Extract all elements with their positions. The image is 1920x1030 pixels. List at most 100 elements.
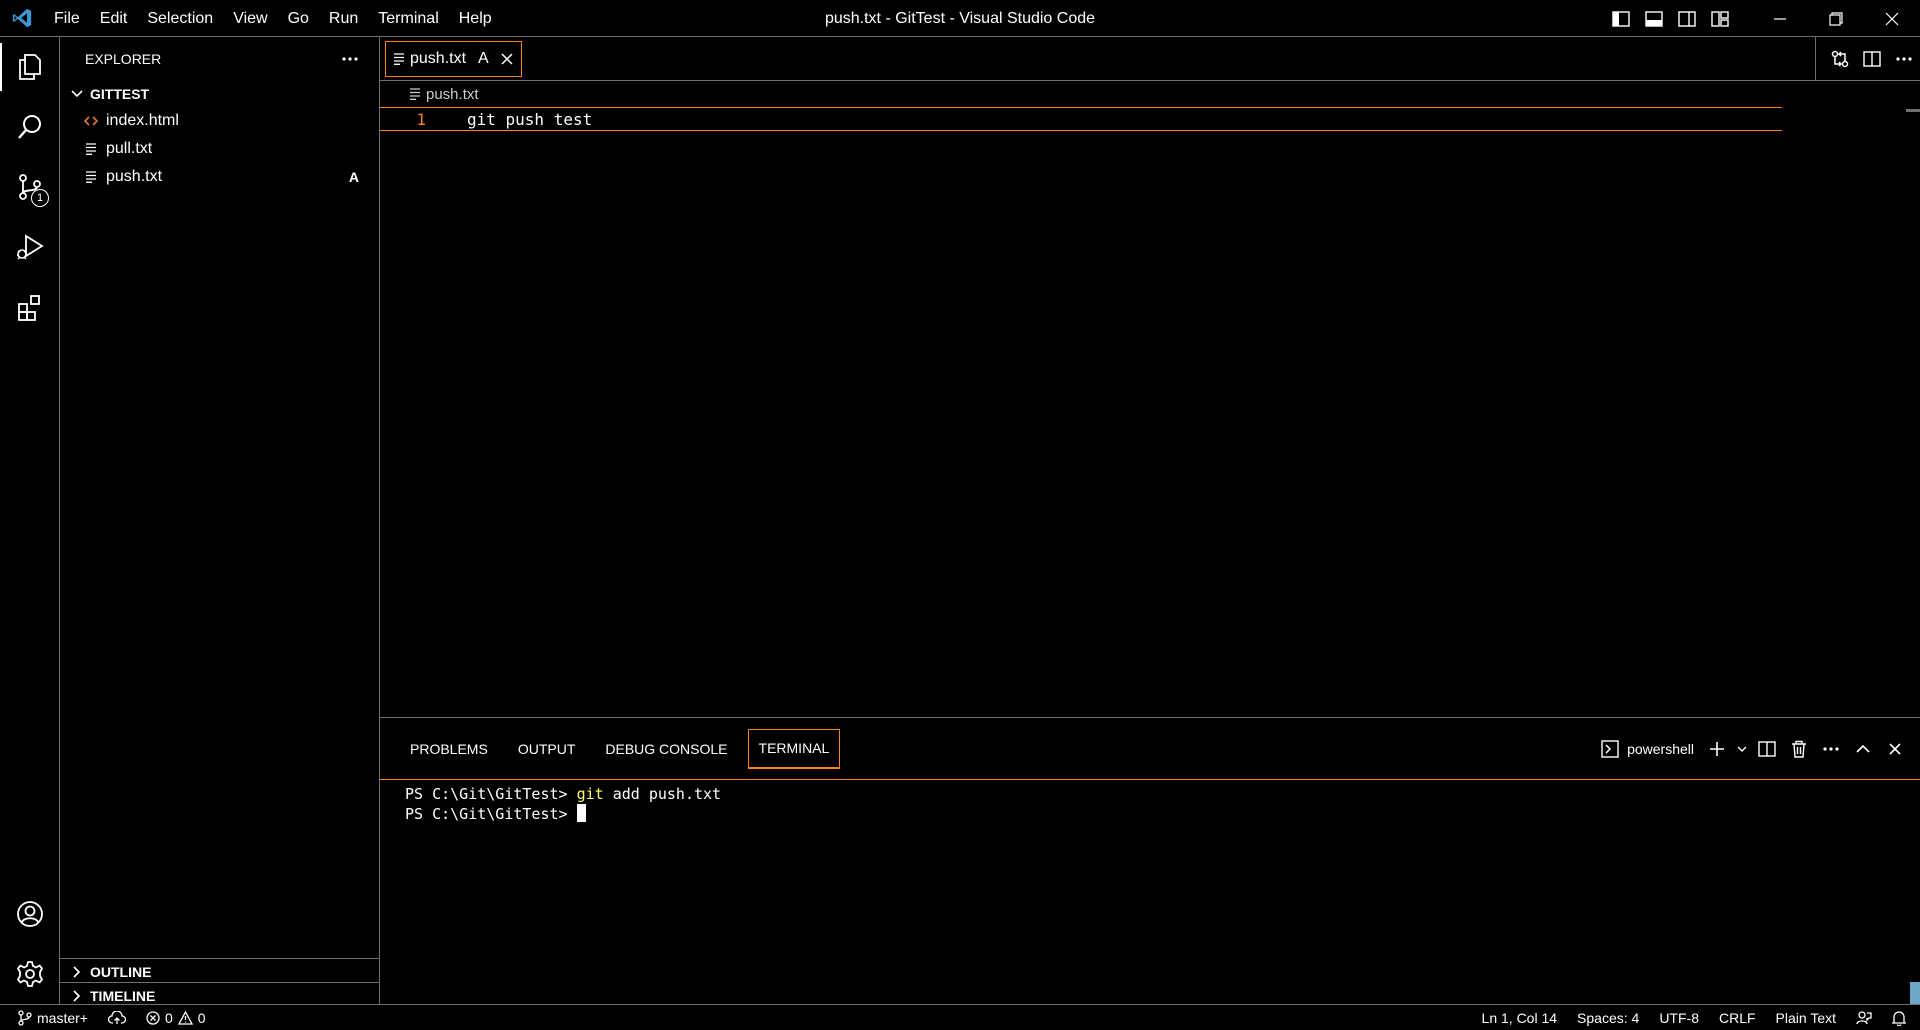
file-item-push-txt[interactable]: push.txt A [60, 163, 379, 191]
more-actions-icon[interactable] [341, 56, 359, 62]
terminal-prompt: PS C:\Git\GitTest> [405, 785, 577, 803]
problems-status[interactable]: 0 0 [136, 1005, 216, 1030]
sidebar-header: EXPLORER [60, 37, 379, 81]
publish-branch[interactable] [98, 1005, 136, 1030]
tab-debug-console[interactable]: DEBUG CONSOLE [595, 729, 737, 769]
tab-label: push.txt [410, 49, 467, 67]
feedback-icon[interactable] [1846, 1005, 1882, 1030]
chevron-down-icon[interactable] [1734, 733, 1750, 765]
cursor-position[interactable]: Ln 1, Col 14 [1472, 1005, 1568, 1030]
text-file-icon [82, 171, 100, 183]
split-terminal-icon[interactable] [1752, 733, 1782, 765]
menu-selection[interactable]: Selection [137, 0, 223, 37]
search-icon[interactable] [0, 97, 60, 157]
accounts-icon[interactable] [0, 884, 60, 944]
breadcrumb[interactable]: push.txt [380, 81, 1920, 107]
menu-view[interactable]: View [223, 0, 277, 37]
tab-push-txt[interactable]: push.txt A [385, 40, 522, 77]
explorer-icon[interactable] [0, 37, 60, 97]
timeline-label: TIMELINE [90, 987, 156, 1004]
open-changes-icon[interactable] [1824, 43, 1856, 75]
panel-more-icon[interactable] [1816, 733, 1846, 765]
code-editor[interactable]: 1 git push test [380, 107, 1920, 707]
customize-layout-icon[interactable] [1703, 0, 1736, 37]
run-debug-icon[interactable] [0, 217, 60, 277]
git-added-badge: A [348, 169, 359, 185]
terminal-command: git [576, 785, 604, 803]
panel-actions: powershell [1595, 718, 1910, 780]
terminal-shell-selector[interactable]: powershell [1595, 733, 1700, 765]
close-window-icon[interactable] [1864, 0, 1920, 37]
cloud-upload-icon [107, 1010, 126, 1025]
encoding[interactable]: UTF-8 [1649, 1005, 1709, 1030]
error-icon [146, 1010, 160, 1025]
file-item-index-html[interactable]: index.html [60, 107, 379, 135]
toggle-secondary-sidebar-icon[interactable] [1670, 0, 1703, 37]
branch-status[interactable]: master+ [0, 1005, 98, 1030]
status-bar: master+ 0 0 Ln 1, Col 14 Spaces: 4 UTF-8… [0, 1004, 1920, 1030]
code-line-current[interactable]: 1 git push test [380, 107, 1782, 131]
shell-name: powershell [1627, 741, 1694, 757]
folder-name: GITTEST [90, 86, 150, 102]
toggle-panel-icon[interactable] [1637, 0, 1670, 37]
file-label: pull.txt [106, 140, 153, 157]
menu-terminal[interactable]: Terminal [368, 0, 448, 37]
split-editor-icon[interactable] [1856, 43, 1888, 75]
source-control-icon[interactable]: 1 [0, 157, 60, 217]
explorer-sidebar: EXPLORER GITTEST index.html pull.txt pus… [60, 37, 380, 1004]
manage-gear-icon[interactable] [0, 944, 60, 1004]
menu-edit[interactable]: Edit [90, 0, 138, 37]
tab-git-status: A [478, 49, 489, 67]
close-panel-icon[interactable] [1880, 733, 1910, 765]
editor-more-icon[interactable] [1888, 43, 1920, 75]
source-control-badge: 1 [31, 189, 49, 207]
new-terminal-icon[interactable] [1702, 733, 1732, 765]
chevron-right-icon [68, 989, 86, 1002]
title-controls [1604, 0, 1920, 37]
terminal[interactable]: PS C:\Git\GitTest> git add push.txt PS C… [380, 780, 1920, 824]
text-file-icon [82, 143, 100, 155]
indentation[interactable]: Spaces: 4 [1567, 1005, 1649, 1030]
minimize-icon[interactable] [1752, 0, 1808, 37]
toggle-primary-sidebar-icon[interactable] [1604, 0, 1637, 37]
menu-run[interactable]: Run [319, 0, 368, 37]
tab-problems[interactable]: PROBLEMS [400, 729, 498, 769]
branch-name: master+ [37, 1009, 88, 1026]
restore-icon[interactable] [1808, 0, 1864, 37]
extensions-icon[interactable] [0, 277, 60, 337]
error-count: 0 [164, 1009, 173, 1026]
file-item-pull-txt[interactable]: pull.txt [60, 135, 379, 163]
trash-icon[interactable] [1784, 733, 1814, 765]
terminal-icon [1601, 740, 1619, 758]
status-bar-right: Ln 1, Col 14 Spaces: 4 UTF-8 CRLF Plain … [1472, 1005, 1920, 1030]
editor-actions [1815, 37, 1920, 81]
chevron-down-icon [68, 90, 86, 98]
menu-help[interactable]: Help [449, 0, 502, 37]
scrollbar[interactable] [1906, 109, 1920, 112]
terminal-line: PS C:\Git\GitTest> git add push.txt [405, 784, 1920, 804]
menu-go[interactable]: Go [278, 0, 319, 37]
menu-bar: File Edit Selection View Go Run Terminal… [44, 0, 502, 37]
terminal-args: add push.txt [603, 785, 722, 803]
tab-output[interactable]: OUTPUT [508, 729, 586, 769]
chevron-right-icon [68, 965, 86, 978]
vscode-logo-icon [0, 0, 44, 37]
menu-file[interactable]: File [44, 0, 90, 37]
terminal-scrollbar[interactable] [1910, 982, 1920, 1004]
tab-terminal[interactable]: TERMINAL [747, 728, 841, 769]
editor-tab-bar: push.txt A [380, 37, 1920, 81]
language-mode[interactable]: Plain Text [1766, 1005, 1846, 1030]
folder-header[interactable]: GITTEST [60, 81, 379, 107]
close-tab-icon[interactable] [501, 52, 513, 65]
outline-section-header[interactable]: OUTLINE [60, 958, 379, 984]
maximize-panel-icon[interactable] [1848, 733, 1878, 765]
end-of-line[interactable]: CRLF [1709, 1005, 1766, 1030]
panel-tabs: PROBLEMS OUTPUT DEBUG CONSOLE TERMINAL p… [380, 718, 1920, 780]
warning-count: 0 [197, 1009, 206, 1026]
line-text: git push test [467, 109, 593, 129]
bottom-panel: PROBLEMS OUTPUT DEBUG CONSOLE TERMINAL p… [380, 717, 1920, 1004]
notifications-bell-icon[interactable] [1882, 1005, 1920, 1030]
breadcrumb-file[interactable]: push.txt [426, 86, 479, 103]
git-branch-icon [18, 1009, 32, 1026]
warning-icon [177, 1010, 193, 1025]
